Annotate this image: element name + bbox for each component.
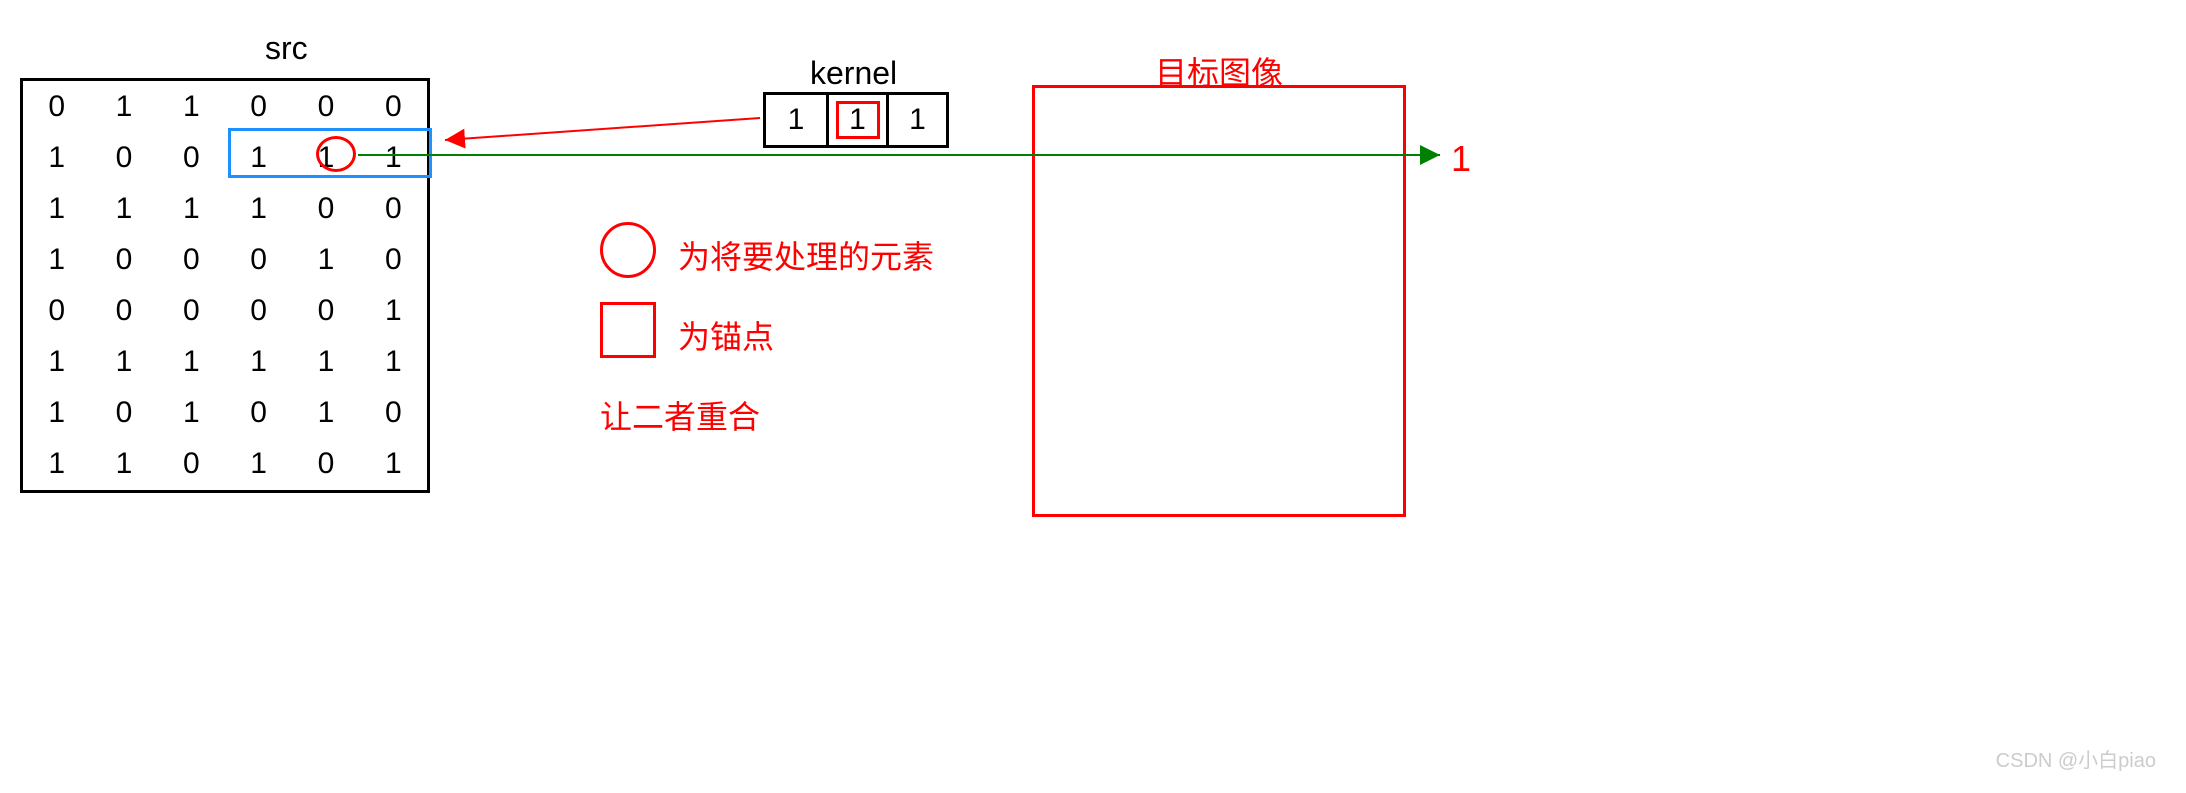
matrix-cell: 1 [360,439,427,490]
matrix-cell: 1 [158,337,225,388]
matrix-cell: 1 [23,183,90,234]
matrix-cell: 1 [158,183,225,234]
matrix-cell: 1 [225,439,292,490]
watermark: CSDN @小白piao [1996,744,2156,773]
target-image-box [1032,85,1406,517]
matrix-cell: 1 [158,388,225,439]
matrix-cell: 1 [225,183,292,234]
kernel-cell: 1 [826,95,886,145]
matrix-cell: 0 [292,183,359,234]
matrix-cell: 0 [23,81,90,132]
matrix-cell: 0 [360,234,427,285]
matrix-cell: 0 [23,286,90,337]
matrix-cell: 1 [90,81,157,132]
kernel-to-src-arrow [445,118,760,140]
matrix-cell: 1 [23,132,90,183]
legend-square-icon [600,302,656,358]
matrix-cell: 0 [360,388,427,439]
matrix-cell: 0 [292,81,359,132]
matrix-cell: 0 [158,439,225,490]
matrix-cell: 1 [292,234,359,285]
matrix-cell: 0 [360,183,427,234]
matrix-cell: 1 [23,337,90,388]
legend-circle-text: 为将要处理的元素 [678,232,934,278]
matrix-cell: 1 [23,234,90,285]
matrix-cell: 0 [360,81,427,132]
matrix-cell: 1 [90,439,157,490]
kernel-label: kernel [810,55,897,92]
matrix-cell: 0 [225,388,292,439]
kernel-anchor-box [836,101,880,139]
matrix-cell: 0 [158,234,225,285]
matrix-cell: 1 [292,337,359,388]
matrix-cell: 0 [90,234,157,285]
matrix-cell: 1 [292,388,359,439]
matrix-cell: 0 [158,286,225,337]
matrix-cell: 0 [90,132,157,183]
matrix-cell: 0 [292,286,359,337]
matrix-cell: 1 [360,286,427,337]
processing-element-circle [316,136,356,172]
matrix-cell: 1 [158,81,225,132]
kernel-cell: 1 [886,95,946,145]
matrix-cell: 0 [90,286,157,337]
matrix-cell: 1 [90,337,157,388]
src-label: src [265,30,308,67]
result-value: 1 [1451,138,1471,180]
legend-overlap-text: 让二者重合 [600,392,760,438]
matrix-cell: 0 [225,234,292,285]
matrix-cell: 1 [90,183,157,234]
kernel-box: 111 [763,92,949,148]
matrix-cell: 1 [225,337,292,388]
matrix-cell: 0 [292,439,359,490]
matrix-cell: 0 [225,81,292,132]
matrix-cell: 0 [225,286,292,337]
matrix-cell: 0 [158,132,225,183]
kernel-cell: 1 [766,95,826,145]
matrix-cell: 1 [360,337,427,388]
matrix-cell: 0 [90,388,157,439]
matrix-cell: 1 [23,388,90,439]
legend-square-text: 为锚点 [678,312,774,358]
legend-circle-icon [600,222,656,278]
matrix-cell: 1 [23,439,90,490]
